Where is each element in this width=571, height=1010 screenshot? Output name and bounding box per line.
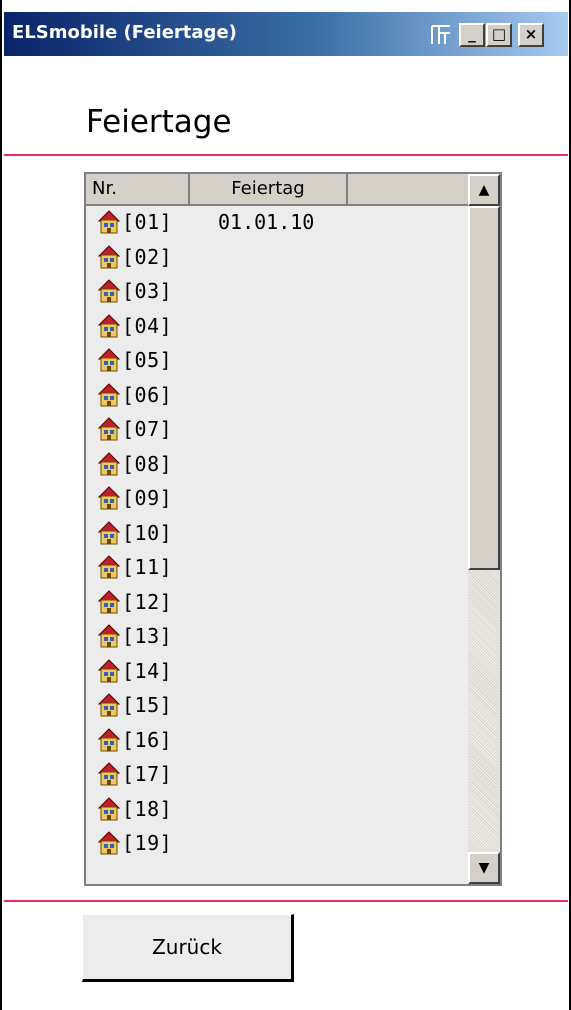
back-button[interactable]: Zurück [82,914,294,982]
list-item[interactable]: [04] [86,310,468,344]
holiday-list[interactable]: Nr. Feiertag [01] 01.01.10 [02] [03] [04] [05… [84,172,502,886]
scroll-thumb[interactable] [468,206,500,570]
row-number: [18] [122,796,173,821]
row-number: [07] [122,417,173,441]
scroll-down-button[interactable]: ▼ [468,852,500,884]
house-icon [97,520,121,545]
list-item[interactable]: [18] [86,793,468,827]
row-number: [19] [122,831,173,855]
house-icon [97,762,121,786]
list-item[interactable]: [09] [86,482,468,516]
list-item[interactable]: [08] [86,448,468,482]
list-header: Nr. Feiertag [86,174,468,206]
vertical-scrollbar[interactable]: ▲ ▼ [468,174,500,884]
house-icon [97,451,121,476]
list-item[interactable]: [10] [86,517,468,551]
app-window: ELSmobile (Feiertage) _ □ × Feiertage Nr… [0,0,571,1010]
scroll-up-button[interactable]: ▲ [468,174,500,206]
list-item[interactable]: [02] [86,241,468,275]
house-icon [97,417,121,441]
house-icon [97,244,121,269]
title-bar[interactable]: ELSmobile (Feiertage) _ □ × [4,12,568,56]
house-icon [97,382,121,407]
list-item[interactable]: [17] [86,758,468,792]
house-icon [97,693,121,717]
maximize-button[interactable]: □ [486,23,512,47]
row-number: [16] [122,727,173,752]
row-number: [12] [122,589,173,614]
row-number: [03] [122,279,173,303]
page-title: Feiertage [86,104,232,140]
row-number: [10] [122,520,173,545]
row-number: [13] [122,624,173,648]
header-divider [4,154,568,156]
footer-divider [4,900,568,902]
row-number: [02] [122,244,173,269]
row-number: [01] [122,210,173,234]
column-header-nr[interactable]: Nr. [86,174,190,206]
minimize-button[interactable]: _ [459,23,485,47]
row-number: [14] [122,658,173,683]
window-title: ELSmobile (Feiertage) [12,22,237,43]
house-icon [97,658,121,683]
list-item[interactable]: [15] [86,689,468,723]
close-button[interactable]: × [518,23,544,47]
row-number: [05] [122,348,173,372]
list-item[interactable]: [14] [86,655,468,689]
row-date: 01.01.10 [218,210,315,234]
house-icon [97,624,121,648]
list-item[interactable]: [07] [86,413,468,447]
list-item[interactable]: [19] [86,827,468,861]
row-number: [06] [122,382,173,407]
house-icon [97,348,121,372]
list-item[interactable]: [03] [86,275,468,309]
row-number: [09] [122,486,173,510]
house-icon [97,589,121,614]
house-icon [97,555,121,579]
house-icon [97,486,121,510]
house-icon [97,210,121,234]
house-icon [97,796,121,821]
list-item[interactable]: [01] 01.01.10 [86,206,468,240]
house-icon [97,831,121,855]
list-item[interactable]: [06] [86,379,468,413]
list-item[interactable]: [13] [86,620,468,654]
list-item[interactable]: [12] [86,586,468,620]
row-number: [11] [122,555,173,579]
column-header-empty[interactable] [348,174,468,206]
window-menu-icon[interactable] [429,23,453,47]
house-icon [97,279,121,303]
row-number: [04] [122,313,173,338]
list-item[interactable]: [16] [86,724,468,758]
house-icon [97,313,121,338]
column-header-feiertag[interactable]: Feiertag [190,174,348,206]
row-number: [08] [122,451,173,476]
list-item[interactable]: [11] [86,551,468,585]
house-icon [97,727,121,752]
row-number: [15] [122,693,173,717]
row-number: [17] [122,762,173,786]
list-item[interactable]: [05] [86,344,468,378]
